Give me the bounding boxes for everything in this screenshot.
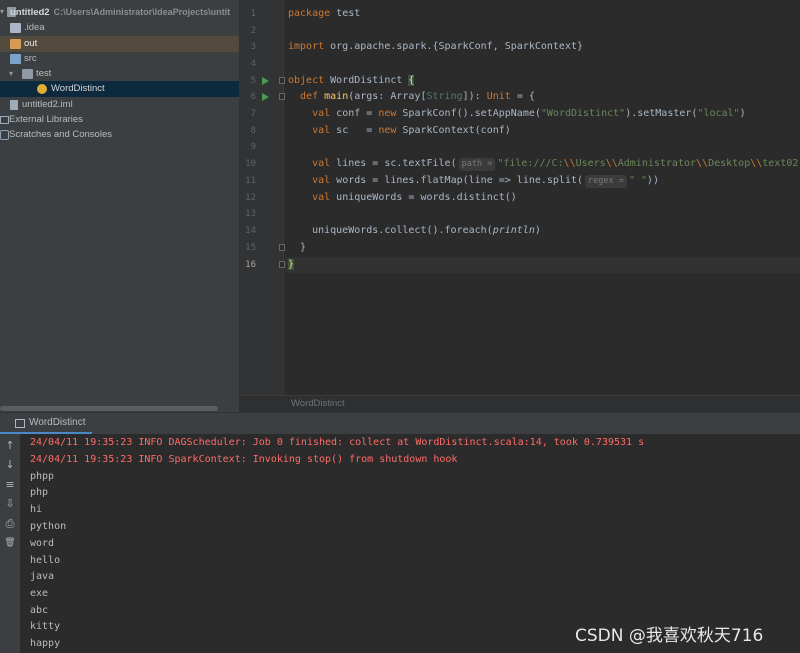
parameter-hint: path = (458, 158, 496, 171)
scroll-to-end-icon[interactable]: ⇩ (3, 497, 17, 511)
output-line: python (30, 521, 67, 532)
run-gutter-icon[interactable] (262, 77, 269, 85)
tree-item-label: External Libraries (9, 114, 83, 125)
tree-item-test[interactable]: ▾ test (0, 66, 239, 82)
code-line: } (288, 242, 307, 253)
scala-object-icon (37, 84, 47, 94)
tree-item-label: .idea (24, 22, 45, 33)
source-folder-icon (10, 54, 21, 64)
fold-marker-icon[interactable] (279, 77, 285, 84)
line-number: 5 (250, 76, 256, 86)
tree-item-wordDistinct[interactable]: WordDistinct (0, 81, 239, 97)
tree-item-iml[interactable]: untitled2.iml (0, 97, 239, 113)
line-number: 16 (245, 260, 256, 270)
scratches-icon (0, 130, 9, 140)
fold-marker-icon[interactable] (279, 93, 285, 100)
tree-item-scratches[interactable]: Scratches and Consoles (0, 127, 239, 143)
code-line: } (288, 259, 295, 270)
log-line: 24/04/11 19:35:23 INFO DAGScheduler: Job… (30, 437, 645, 448)
line-number: 11 (245, 176, 256, 186)
file-icon (10, 100, 18, 110)
tree-item-external-libraries[interactable]: External Libraries (0, 112, 239, 128)
tree-item-label: src (24, 53, 37, 64)
output-line: hello (30, 555, 61, 566)
tree-item-label: untitled2.iml (22, 99, 73, 110)
print-icon[interactable]: ⎙ (3, 517, 17, 531)
tree-item-label: test (36, 68, 52, 79)
tree-item-label: Scratches and Consoles (9, 129, 112, 140)
line-number: 6 (250, 92, 256, 102)
breadcrumb: WordDistinct (239, 395, 800, 412)
code-line: val lines = sc.textFile(path = "file:///C… (288, 158, 799, 171)
chevron-down-icon[interactable]: ▾ (0, 4, 4, 20)
code-line: uniqueWords.collect().foreach(println) (288, 225, 541, 236)
tab-run-wordDistinct[interactable]: WordDistinct (0, 413, 92, 435)
line-number: 3 (250, 42, 256, 52)
package-icon (22, 69, 33, 79)
watermark: CSDN @我喜欢秋天716 (575, 626, 764, 646)
root-label: untitled2 (10, 7, 50, 18)
tree-item-out[interactable]: out (0, 36, 239, 52)
line-number: 8 (250, 126, 256, 136)
code-line: object WordDistinct { (288, 75, 415, 86)
horizontal-scrollbar[interactable] (0, 406, 218, 411)
tree-item-label: out (24, 38, 38, 49)
output-line: exe (30, 588, 49, 599)
library-icon (0, 116, 9, 124)
breadcrumb-item[interactable]: WordDistinct (291, 398, 345, 409)
code-line: import org.apache.spark.{SparkConf, Spar… (288, 41, 584, 52)
output-line: happy (30, 638, 61, 649)
folder-icon (10, 39, 21, 49)
output-line: hi (30, 504, 43, 515)
output-line: word (30, 538, 55, 549)
tree-item-label: WordDistinct (51, 83, 105, 94)
run-gutter-icon[interactable] (262, 93, 269, 101)
line-number: 7 (250, 109, 256, 119)
run-tool-window-header: WordDistinct (0, 412, 800, 435)
line-number: 14 (245, 226, 256, 236)
arrow-up-icon[interactable]: ↑ (3, 439, 17, 453)
line-number: 4 (250, 59, 256, 69)
code-line: def main(args: Array[String]): Unit = { (288, 91, 535, 102)
tree-item-src[interactable]: src (0, 51, 239, 67)
arrow-down-icon[interactable]: ↓ (3, 458, 17, 472)
line-number: 15 (245, 243, 256, 253)
output-line: php (30, 487, 49, 498)
code-line: val sc = new SparkContext(conf) (288, 125, 511, 136)
output-line: abc (30, 605, 49, 616)
run-config-icon (15, 419, 25, 428)
line-number: 9 (250, 142, 256, 152)
fold-marker-icon[interactable] (279, 244, 285, 251)
code-line: package test (288, 8, 361, 19)
code-line: val uniqueWords = words.distinct() (288, 192, 517, 203)
root-path: C:\Users\Administrator\IdeaProjects\unti… (53, 7, 231, 17)
output-line: phpp (30, 471, 55, 482)
code-line: val words = lines.flatMap(line => line.s… (288, 175, 659, 188)
chevron-down-icon[interactable]: ▾ (9, 66, 13, 82)
code-editor[interactable]: 1 2 3 4 5 6 7 8 9 10 11 12 13 14 15 16 p… (239, 0, 800, 412)
fold-marker-icon[interactable] (279, 261, 285, 268)
line-number: 10 (245, 159, 256, 169)
line-number: 12 (245, 193, 256, 203)
current-line-highlight (285, 257, 800, 273)
log-line: 24/04/11 19:35:23 INFO SparkContext: Inv… (30, 454, 458, 465)
folder-icon (10, 23, 21, 33)
parameter-hint: regex = (585, 175, 627, 188)
soft-wrap-icon[interactable]: ≡ (3, 478, 17, 492)
run-toolbar: ↑ ↓ ≡ ⇩ ⎙ 🗑 (0, 434, 20, 653)
line-number: 13 (245, 209, 256, 219)
trash-icon[interactable]: 🗑 (3, 536, 17, 550)
tab-label: WordDistinct (29, 417, 86, 428)
tree-item-idea[interactable]: .idea (0, 20, 239, 36)
output-line: java (30, 571, 55, 582)
project-tool-window: ▾ untitled2 C:\Users\Administrator\IdeaPr… (0, 0, 239, 412)
editor-gutter: 1 2 3 4 5 6 7 8 9 10 11 12 13 14 15 16 (239, 0, 285, 395)
code-line: val conf = new SparkConf().setAppName("W… (288, 108, 746, 119)
line-number: 1 (250, 9, 256, 19)
output-line: kitty (30, 621, 61, 632)
line-number: 2 (250, 26, 256, 36)
tree-item-root[interactable]: ▾ untitled2 C:\Users\Administrator\IdeaPr… (0, 4, 239, 20)
